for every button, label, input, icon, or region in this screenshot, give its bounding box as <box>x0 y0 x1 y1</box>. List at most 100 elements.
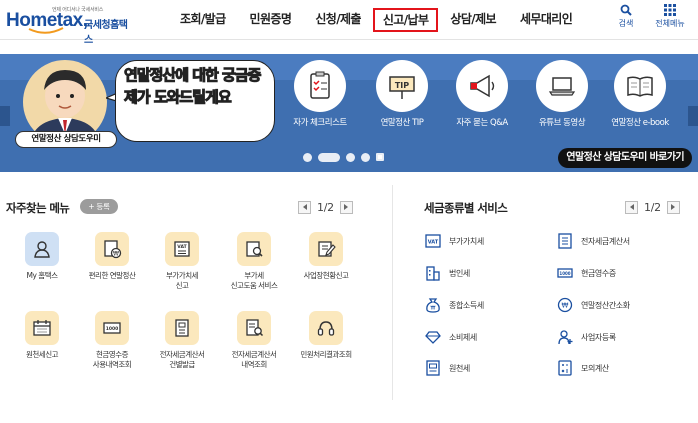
tax-document-icon: ₩ <box>104 240 122 259</box>
tax-service-consumption[interactable]: 소비제세 <box>425 328 477 346</box>
search-button[interactable]: 검색 <box>608 4 644 29</box>
banner-link-label: 연말정산 TIP <box>380 118 424 128</box>
checklist-icon <box>310 71 330 99</box>
favorite-complaint-result[interactable]: 민원처리결과조회 <box>292 311 360 360</box>
banner-link-tip[interactable]: TIP 연말정산 TIP <box>368 60 436 128</box>
arrow-left-icon <box>629 204 634 210</box>
receipt-icon: 1000 <box>103 322 121 334</box>
favorite-e-invoice-issue[interactable]: 전자세금계산서 건별발급 <box>148 311 216 370</box>
arrow-right-icon <box>671 204 676 210</box>
tax-service-income[interactable]: ₩ 종합소득세 <box>425 296 484 314</box>
favorite-label: 부가가치세 신고 <box>166 271 199 290</box>
bubble-text: 연말정산에 대한 궁금증 제가 도와드릴게요 <box>124 66 262 107</box>
tax-service-corporate[interactable]: 법인세 <box>425 264 470 282</box>
favorites-next-button[interactable] <box>339 200 353 214</box>
favorite-label: 사업장현황신고 <box>303 271 349 280</box>
nav-item-inquiry[interactable]: 조회/발급 <box>168 0 238 40</box>
nav-item-application[interactable]: 신청/제출 <box>303 0 373 40</box>
register-favorite-button[interactable]: + 등록 <box>80 199 118 214</box>
tax-service-label: 사업자등록 <box>581 332 616 342</box>
nav-item-filing-payment[interactable]: 신고/납부 <box>372 8 439 32</box>
favorite-label: 부가세 신고도움 서비스 <box>230 271 278 290</box>
arrow-left-icon <box>302 204 307 210</box>
favorite-my-hometax[interactable]: My 홈택스 <box>8 232 76 281</box>
document-icon <box>426 360 440 376</box>
logo-swoosh-icon <box>28 27 64 34</box>
tip-sign-icon: TIP <box>389 76 415 99</box>
calculator-icon <box>558 360 572 376</box>
character-label: 연말정산 상담도우미 <box>15 131 117 148</box>
tax-service-year-end-simplified[interactable]: ₩ 연말정산간소화 <box>557 296 630 314</box>
favorite-label: 민원처리결과조회 <box>300 350 352 359</box>
tax-service-business-registration[interactable]: 사업자등록 <box>557 328 616 346</box>
svg-text:1000: 1000 <box>559 271 570 276</box>
svg-text:TIP: TIP <box>395 81 409 90</box>
tax-service-label: 전자세금계산서 <box>581 236 630 246</box>
tax-service-vat[interactable]: VAT 부가가치세 <box>425 232 484 250</box>
favorite-e-invoice-inquiry[interactable]: 전자세금계산서 내역조회 <box>220 311 288 370</box>
search-label: 검색 <box>618 19 634 28</box>
megaphone-icon <box>470 74 495 98</box>
nav-item-tax-agent[interactable]: 세무대리인 <box>508 0 584 40</box>
all-menu-button[interactable]: 전체메뉴 <box>652 4 688 29</box>
banner-link-checklist[interactable]: 자가 체크리스트 <box>286 60 354 128</box>
favorite-vat-help-service[interactable]: 부가세 신고도움 서비스 <box>220 232 288 291</box>
favorite-label: 편리한 연말정산 <box>88 271 136 280</box>
favorites-title: 자주찾는 메뉴 <box>6 201 70 215</box>
banner-dot[interactable] <box>346 152 355 162</box>
main-nav: 조회/발급 민원증명 신청/제출 신고/납부 상담/제보 세무대리인 <box>168 0 584 40</box>
consultant-shortcut-button[interactable]: 연말정산 상담도우미 바로가기 <box>558 148 692 168</box>
invoice-icon <box>558 233 572 249</box>
banner-dot[interactable] <box>303 152 312 162</box>
favorite-cash-receipt-history[interactable]: 1000 현금영수증 사용내역조회 <box>78 311 146 370</box>
favorite-year-end-settlement[interactable]: ₩ 편리한 연말정산 <box>78 232 146 281</box>
diamond-icon <box>425 331 441 344</box>
calendar-icon <box>33 320 51 336</box>
favorites-pager: 1/2 <box>298 200 353 214</box>
tax-service-label: 원천세 <box>449 363 470 373</box>
vat-icon: VAT <box>174 241 190 257</box>
banner-pause-button[interactable] <box>376 153 384 161</box>
favorite-withholding-filing[interactable]: 원천세신고 <box>8 311 76 360</box>
banner-link-ebook[interactable]: 연말정산 e-book <box>606 60 674 128</box>
banner-link-label: 자가 체크리스트 <box>293 118 347 128</box>
favorite-vat-filing[interactable]: VAT 부가가치세 신고 <box>148 232 216 291</box>
tax-services-prev-button[interactable] <box>625 200 638 214</box>
favorites-page-indicator: 1/2 <box>317 200 334 214</box>
banner-dot[interactable] <box>361 152 370 162</box>
tax-service-label: 현금영수증 <box>581 268 616 278</box>
won-coin-icon: ₩ <box>557 297 573 313</box>
hometax-logo[interactable]: 언제 어디서나 국세서비스 Hometax, 국세청홈택스 <box>6 4 136 46</box>
banner-link-youtube[interactable]: 유튜브 동영상 <box>528 60 596 128</box>
person-register-icon <box>558 330 573 345</box>
arrow-right-icon <box>344 204 349 210</box>
tax-service-mock-calculation[interactable]: 모의계산 <box>557 359 609 377</box>
svg-text:VAT: VAT <box>177 244 187 250</box>
tax-service-withholding[interactable]: 원천세 <box>425 359 470 377</box>
all-menu-label: 전체메뉴 <box>655 19 685 28</box>
vat-icon: VAT <box>425 234 441 248</box>
headset-icon <box>317 321 335 336</box>
tax-service-cash-receipt[interactable]: 1000 현금영수증 <box>557 264 616 282</box>
svg-text:₩: ₩ <box>562 302 569 310</box>
nav-item-consulting[interactable]: 상담/제보 <box>438 0 508 40</box>
svg-text:₩: ₩ <box>431 306 436 312</box>
tax-service-e-invoice[interactable]: 전자세금계산서 <box>557 232 630 250</box>
svg-text:₩: ₩ <box>113 251 119 258</box>
tax-service-label: 모의계산 <box>581 363 609 373</box>
top-header: 언제 어디서나 국세서비스 Hometax, 국세청홈택스 조회/발급 민원증명… <box>0 0 698 46</box>
tax-service-label: 연말정산간소화 <box>581 300 630 310</box>
tax-services-next-button[interactable] <box>666 200 680 214</box>
building-icon <box>426 266 440 281</box>
tax-service-label: 종합소득세 <box>449 300 484 310</box>
banner-link-faq[interactable]: 자주 묻는 Q&A <box>448 60 516 128</box>
banner-dot-active[interactable] <box>318 152 340 162</box>
favorite-business-status-report[interactable]: 사업장현황신고 <box>292 232 360 281</box>
tax-service-label: 부가가치세 <box>449 236 484 246</box>
favorites-prev-button[interactable] <box>298 200 311 214</box>
hometax-page: { "header": { "logo_tagline": "언제 어디서나 국… <box>0 0 698 423</box>
banner-next-arrow[interactable] <box>688 106 698 126</box>
invoice-search-icon <box>246 319 264 337</box>
nav-item-certificate[interactable]: 민원증명 <box>238 0 304 40</box>
banner-prev-arrow[interactable] <box>0 106 10 126</box>
